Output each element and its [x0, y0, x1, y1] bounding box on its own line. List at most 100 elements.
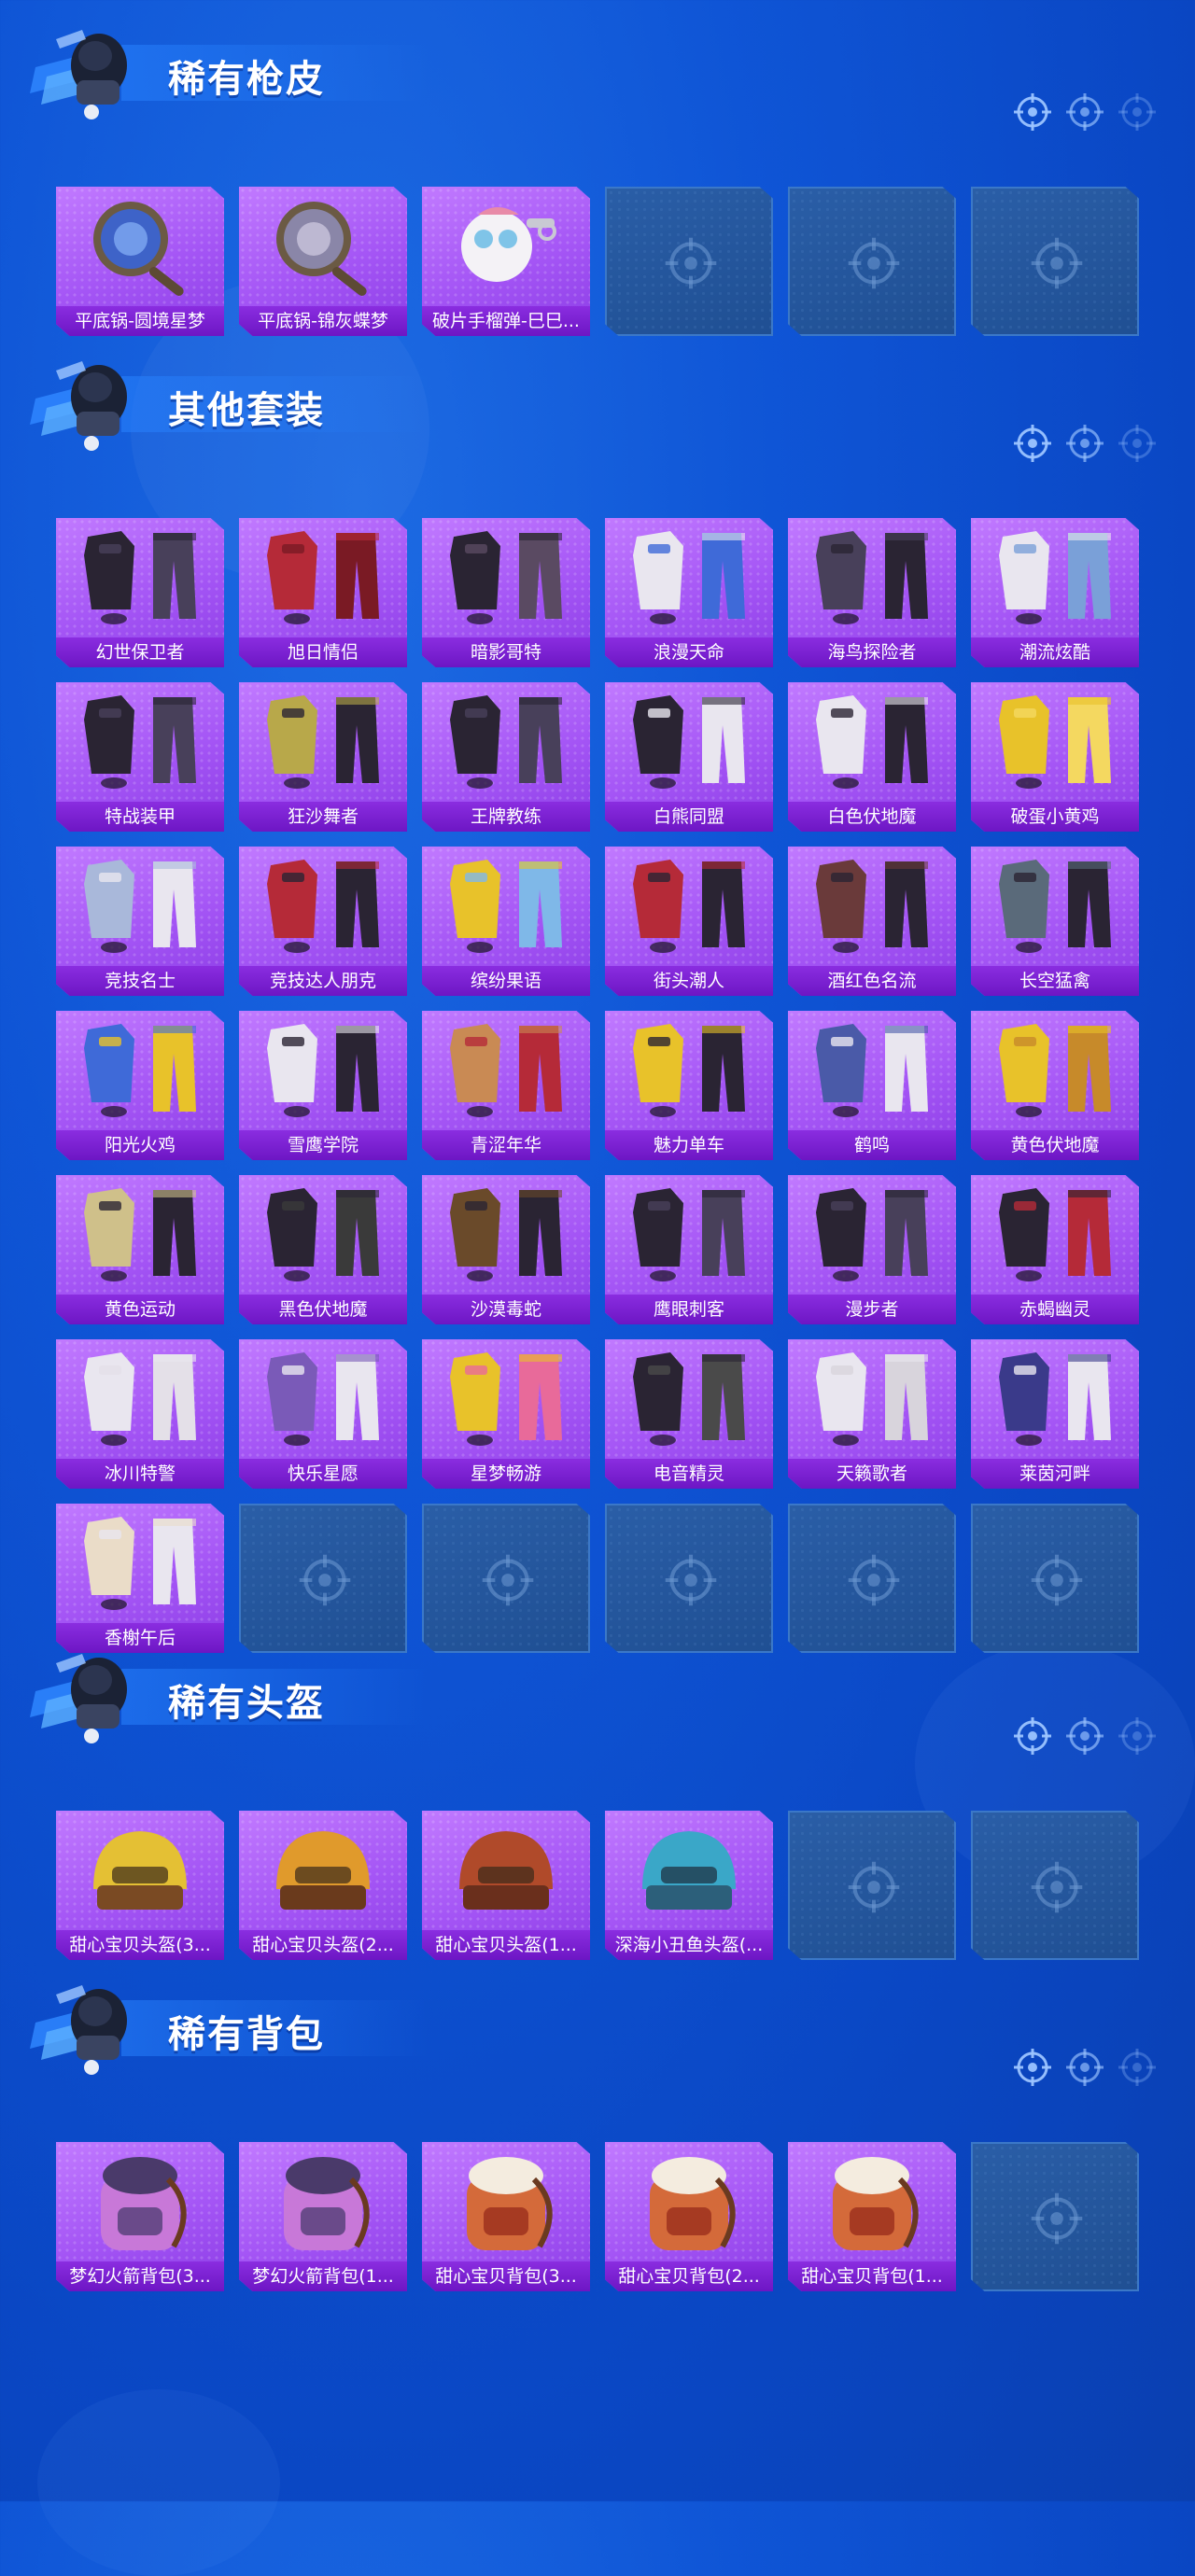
section-header: 稀有背包: [0, 1955, 1195, 2086]
empty-slot: [971, 1811, 1139, 1960]
crosshair-icon: [1012, 91, 1053, 133]
soldier-emblem-icon: [28, 1643, 149, 1745]
item-name: 沙漠毒蛇: [422, 1295, 590, 1324]
item-name: 电音精灵: [605, 1459, 773, 1489]
crosshair-icon: [1064, 91, 1105, 133]
section-header: 其他套装: [0, 331, 1195, 462]
item-card[interactable]: 莱茵河畔: [971, 1339, 1139, 1489]
item-card[interactable]: 阳光火鸡: [56, 1011, 224, 1160]
item-card[interactable]: 狂沙舞者: [239, 682, 407, 832]
item-card[interactable]: 浪漫天命: [605, 518, 773, 667]
item-name: 酒红色名流: [788, 966, 956, 996]
item-grid: 平底锅-圆境星梦 平底锅-锦灰蝶梦 破片手榴弹-巳巳...: [56, 187, 1139, 336]
item-name: 王牌教练: [422, 802, 590, 832]
item-card[interactable]: 平底锅-锦灰蝶梦: [239, 187, 407, 336]
item-card[interactable]: 电音精灵: [605, 1339, 773, 1489]
item-card[interactable]: 天籁歌者: [788, 1339, 956, 1489]
section-header: 稀有枪皮: [0, 0, 1195, 131]
item-card[interactable]: 旭日情侣: [239, 518, 407, 667]
item-name: 天籁歌者: [788, 1459, 956, 1489]
item-grid: 幻世保卫者 旭日情侣 暗影哥特 浪漫天命 海鸟探险者 潮流炫酷特战装甲 狂沙舞者 王牌教练 白熊…: [56, 518, 1139, 1653]
item-card[interactable]: 鹰眼刺客: [605, 1175, 773, 1324]
item-card[interactable]: 雪鹰学院: [239, 1011, 407, 1160]
item-card[interactable]: 平底锅-圆境星梦: [56, 187, 224, 336]
section-title: 其他套装: [168, 389, 325, 432]
crosshair-icon: [1029, 1552, 1085, 1608]
item-card[interactable]: 破蛋小黄鸡: [971, 682, 1139, 832]
soldier-emblem-icon: [28, 350, 149, 453]
crosshair-icon: [1029, 2191, 1085, 2247]
item-name: 快乐星愿: [239, 1459, 407, 1489]
item-card[interactable]: 青涩年华: [422, 1011, 590, 1160]
empty-slot: [971, 187, 1139, 336]
item-name: 潮流炫酷: [971, 637, 1139, 667]
item-card[interactable]: 幻世保卫者: [56, 518, 224, 667]
crosshair-icon: [297, 1552, 353, 1608]
item-card[interactable]: 竞技达人朋克: [239, 847, 407, 996]
item-card[interactable]: 甜心宝贝头盔(1...: [422, 1811, 590, 1960]
section: 稀有枪皮平底锅-圆境星梦 平底锅-锦灰蝶梦 破片手榴弹-巳巳...: [0, 0, 1195, 336]
item-name: 莱茵河畔: [971, 1459, 1139, 1489]
item-card[interactable]: 黑色伏地魔: [239, 1175, 407, 1324]
item-card[interactable]: 竞技名士: [56, 847, 224, 996]
soldier-emblem-icon: [28, 1974, 149, 2077]
item-card[interactable]: 鹤鸣: [788, 1011, 956, 1160]
crosshair-icon: [1012, 423, 1053, 464]
item-name: 赤蝎幽灵: [971, 1295, 1139, 1324]
item-name: 星梦畅游: [422, 1459, 590, 1489]
item-card[interactable]: 黄色运动: [56, 1175, 224, 1324]
empty-slot: [605, 187, 773, 336]
item-card[interactable]: 破片手榴弹-巳巳...: [422, 187, 590, 336]
item-name: 幻世保卫者: [56, 637, 224, 667]
crosshair-icon: [1064, 423, 1105, 464]
item-card[interactable]: 王牌教练: [422, 682, 590, 832]
item-card[interactable]: 赤蝎幽灵: [971, 1175, 1139, 1324]
item-name: 雪鹰学院: [239, 1130, 407, 1160]
item-card[interactable]: 甜心宝贝背包(3...: [422, 2142, 590, 2291]
item-card[interactable]: 星梦畅游: [422, 1339, 590, 1489]
item-name: 魅力单车: [605, 1130, 773, 1160]
crosshair-icon: [1064, 2047, 1105, 2088]
item-card[interactable]: 白色伏地魔: [788, 682, 956, 832]
item-card[interactable]: 快乐星愿: [239, 1339, 407, 1489]
item-card[interactable]: 甜心宝贝背包(1...: [788, 2142, 956, 2291]
item-card[interactable]: 白熊同盟: [605, 682, 773, 832]
item-card[interactable]: 甜心宝贝头盔(2...: [239, 1811, 407, 1960]
item-name: 鹰眼刺客: [605, 1295, 773, 1324]
section-title: 稀有枪皮: [168, 58, 325, 101]
item-card[interactable]: 魅力单车: [605, 1011, 773, 1160]
item-name: 缤纷果语: [422, 966, 590, 996]
item-card[interactable]: 梦幻火箭背包(3...: [56, 2142, 224, 2291]
item-card[interactable]: 暗影哥特: [422, 518, 590, 667]
item-card[interactable]: 特战装甲: [56, 682, 224, 832]
item-card[interactable]: 冰川特警: [56, 1339, 224, 1489]
item-name: 阳光火鸡: [56, 1130, 224, 1160]
item-card[interactable]: 潮流炫酷: [971, 518, 1139, 667]
item-card[interactable]: 漫步者: [788, 1175, 956, 1324]
item-card[interactable]: 甜心宝贝头盔(3...: [56, 1811, 224, 1960]
item-name: 鹤鸣: [788, 1130, 956, 1160]
item-card[interactable]: 梦幻火箭背包(1...: [239, 2142, 407, 2291]
item-name: 旭日情侣: [239, 637, 407, 667]
item-name: 黑色伏地魔: [239, 1295, 407, 1324]
item-card[interactable]: 沙漠毒蛇: [422, 1175, 590, 1324]
item-card[interactable]: 海鸟探险者: [788, 518, 956, 667]
empty-slot: [788, 187, 956, 336]
item-name: 甜心宝贝背包(3...: [422, 2261, 590, 2291]
crosshair-icon: [1064, 1715, 1105, 1757]
crosshair-icon: [1117, 2047, 1158, 2088]
item-card[interactable]: 长空猛禽: [971, 847, 1139, 996]
item-name: 漫步者: [788, 1295, 956, 1324]
item-card[interactable]: 缤纷果语: [422, 847, 590, 996]
item-card[interactable]: 酒红色名流: [788, 847, 956, 996]
empty-slot: [788, 1811, 956, 1960]
header-decoration: [1012, 423, 1158, 464]
item-name: 狂沙舞者: [239, 802, 407, 832]
item-card[interactable]: 街头潮人: [605, 847, 773, 996]
crosshair-icon: [846, 1552, 902, 1608]
item-grid: 甜心宝贝头盔(3... 甜心宝贝头盔(2... 甜心宝贝头盔(1... 深海小丑鱼头盔…: [56, 1811, 1139, 1960]
item-card[interactable]: 甜心宝贝背包(2...: [605, 2142, 773, 2291]
item-grid: 梦幻火箭背包(3... 梦幻火箭背包(1... 甜心宝贝背包(3... 甜心宝贝背包(…: [56, 2142, 1139, 2291]
item-card[interactable]: 黄色伏地魔: [971, 1011, 1139, 1160]
item-card[interactable]: 深海小丑鱼头盔(...: [605, 1811, 773, 1960]
